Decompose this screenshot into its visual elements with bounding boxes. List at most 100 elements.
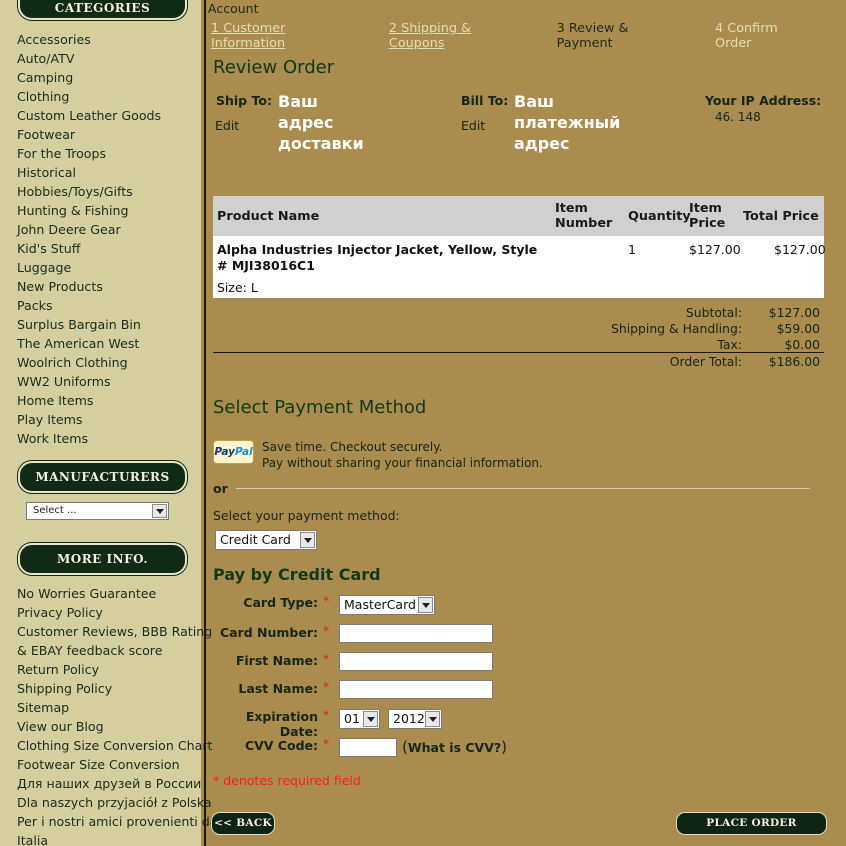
info-link[interactable]: Italia (17, 831, 218, 846)
category-link[interactable]: Surplus Bargain Bin (17, 315, 161, 334)
cvv-input[interactable] (339, 738, 397, 757)
card-number-input[interactable] (339, 624, 493, 643)
or-divider (236, 488, 810, 489)
category-link[interactable]: Play Items (17, 410, 161, 429)
col-item-price-line: Item (689, 201, 722, 216)
category-link[interactable]: Woolrich Clothing (17, 353, 161, 372)
card-type-value: MasterCard (344, 597, 416, 612)
category-link[interactable]: Accessories (17, 30, 161, 49)
expiration-year-select[interactable]: 2012 (388, 709, 442, 729)
shipping-address: Ваш адрес доставки (278, 91, 364, 154)
required-star: * (323, 708, 329, 722)
bill-edit-link[interactable]: Edit (461, 118, 485, 133)
paypal-description: Save time. Checkout securely. Pay withou… (262, 440, 543, 471)
info-link[interactable]: Per i nostri amici provenienti da (17, 812, 218, 831)
category-link[interactable]: For the Troops (17, 144, 161, 163)
checkout-main: Account 1 Customer Information 2 Shippin… (207, 0, 846, 846)
address-line: адрес (278, 113, 334, 132)
address-line: адрес (514, 134, 570, 153)
first-name-input[interactable] (339, 652, 493, 671)
required-star: * (323, 624, 329, 638)
credit-card-title: Pay by Credit Card (213, 565, 381, 584)
category-link[interactable]: John Deere Gear (17, 220, 161, 239)
card-type-select[interactable]: MasterCard (339, 595, 435, 615)
payment-method-title: Select Payment Method (213, 397, 427, 418)
chevron-down-icon[interactable] (425, 711, 440, 727)
ship-to-label: Ship To: (216, 93, 272, 108)
category-link[interactable]: Kid's Stuff (17, 239, 161, 258)
col-quantity: Quantity (628, 209, 691, 224)
order-table: Product Name Item Number Quantity Item P… (213, 196, 826, 298)
info-link[interactable]: No Worries Guarantee (17, 584, 218, 603)
first-name-label: First Name: (235, 653, 318, 668)
table-header: Product Name Item Number Quantity Item P… (213, 196, 824, 236)
info-link[interactable]: Clothing Size Conversion Chart (17, 736, 218, 755)
last-name-input[interactable] (339, 680, 493, 699)
info-link[interactable]: Return Policy (17, 660, 218, 679)
category-link[interactable]: Hobbies/Toys/Gifts (17, 182, 161, 201)
category-link[interactable]: Footwear (17, 125, 161, 144)
manufacturers-header: MANUFACTURERS (18, 461, 187, 493)
chevron-down-icon[interactable] (363, 711, 378, 727)
category-link[interactable]: Hunting & Fishing (17, 201, 161, 220)
category-link[interactable]: Camping (17, 68, 161, 87)
step-customer-info[interactable]: 1 Customer Information (211, 21, 356, 51)
info-link[interactable]: Shipping Policy (17, 679, 218, 698)
category-link[interactable]: Home Items (17, 391, 161, 410)
info-link[interactable]: & EBAY feedback score (17, 641, 218, 660)
chevron-down-icon[interactable] (152, 504, 167, 518)
col-total-price: Total Price (743, 209, 819, 224)
paypal-logo-button[interactable]: PayPal (213, 440, 254, 464)
manufacturers-select-value: Select ... (33, 505, 77, 516)
address-line: Ваш (278, 92, 318, 111)
product-total-price: $127.00 (774, 242, 826, 257)
payment-method-select[interactable]: Credit Card (215, 530, 317, 550)
category-link[interactable]: Packs (17, 296, 161, 315)
place-order-button[interactable]: PLACE ORDER (676, 812, 827, 835)
bill-to-label: Bill To: (461, 93, 509, 108)
required-star: * (323, 680, 329, 694)
step-shipping-coupons[interactable]: 2 Shipping & Coupons (389, 21, 524, 51)
payment-method-label: Select your payment method: (213, 508, 400, 523)
what-is-cvv-link[interactable]: (What is CVV?) (402, 738, 507, 756)
required-star: * (323, 652, 329, 666)
category-link[interactable]: New Products (17, 277, 161, 296)
category-link[interactable]: WW2 Uniforms (17, 372, 161, 391)
shipping-label: Shipping & Handling: (611, 321, 742, 336)
category-list: Accessories Auto/ATV Camping Clothing Cu… (17, 30, 161, 448)
step-review-payment: 3 Review & Payment (556, 21, 629, 51)
info-link[interactable]: Footwear Size Conversion (17, 755, 218, 774)
subtotal-label: Subtotal: (685, 305, 742, 320)
chevron-down-icon[interactable] (300, 532, 315, 548)
vertical-divider (204, 0, 206, 846)
category-link[interactable]: Historical (17, 163, 161, 182)
ip-address-value: 46. 148 (715, 110, 761, 124)
info-link[interactable]: Для наших друзей в России (17, 774, 218, 793)
ship-edit-link[interactable]: Edit (215, 118, 239, 133)
expiration-month-select[interactable]: 01 (339, 709, 380, 729)
tax-row: Tax: $0.00 (213, 337, 824, 353)
back-button[interactable]: << BACK (211, 812, 275, 835)
table-row: Alpha Industries Injector Jacket, Yellow… (213, 236, 826, 298)
category-link[interactable]: Auto/ATV (17, 49, 161, 68)
category-link[interactable]: Clothing (17, 87, 161, 106)
info-link[interactable]: View our Blog (17, 717, 218, 736)
paypal-logo-text: Pay (214, 446, 235, 458)
chevron-down-icon[interactable] (418, 597, 433, 613)
info-link[interactable]: Customer Reviews, BBB Rating (17, 622, 218, 641)
info-link[interactable]: Dla naszych przyjaciół z Polska (17, 793, 218, 812)
category-link[interactable]: Work Items (17, 429, 161, 448)
required-star: * (323, 594, 329, 608)
category-link[interactable]: Custom Leather Goods (17, 106, 161, 125)
address-line: доставки (278, 134, 364, 153)
category-link[interactable]: The American West (17, 334, 161, 353)
manufacturers-select[interactable]: Select ... (26, 502, 169, 520)
info-link[interactable]: Privacy Policy (17, 603, 218, 622)
category-link[interactable]: Luggage (17, 258, 161, 277)
tax-value: $0.00 (784, 337, 820, 352)
info-link[interactable]: Sitemap (17, 698, 218, 717)
card-number-label: Card Number: (219, 625, 318, 640)
col-item-price-line: Price (689, 216, 726, 231)
subtotal-value: $127.00 (768, 305, 820, 320)
account-link[interactable]: Account (208, 1, 258, 16)
